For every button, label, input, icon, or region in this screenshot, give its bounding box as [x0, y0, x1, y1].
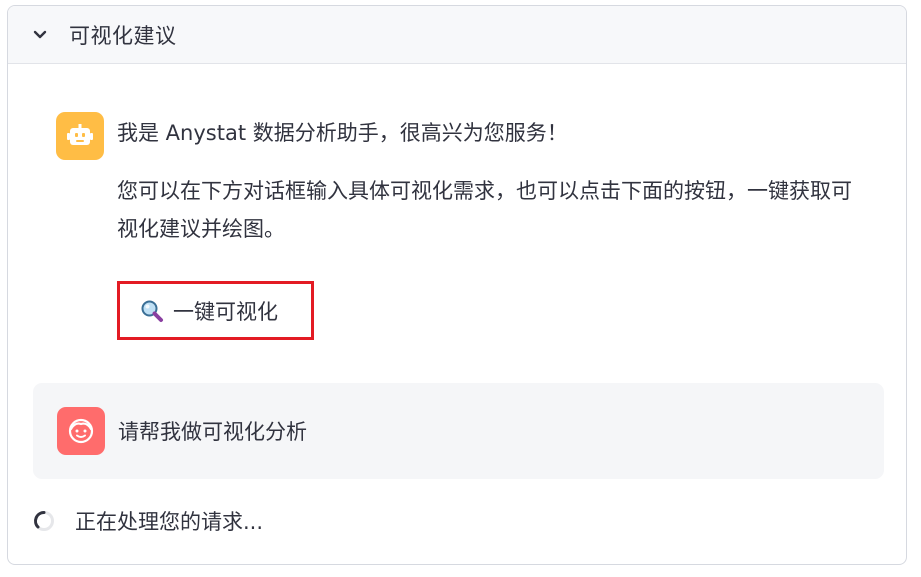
- visualization-suggestions-expander: 可视化建议 我是 Anystat 数据分析助手，很高兴为您服务！ 您可以在下方对…: [7, 5, 907, 565]
- processing-status-text: 正在处理您的请求...: [75, 510, 264, 534]
- assistant-greeting: 我是 Anystat 数据分析助手，很高兴为您服务！: [117, 121, 568, 145]
- one-click-visualize-label: 一键可视化: [173, 299, 278, 324]
- user-face-icon: [57, 407, 105, 455]
- assistant-instructions: 您可以在下方对话框输入具体可视化需求，也可以点击下面的按钮，一键获取可视化建议并…: [117, 179, 852, 241]
- user-message-bubble: 请帮我做可视化分析: [33, 383, 884, 479]
- magnifying-glass-icon: [140, 299, 164, 323]
- assistant-message: 我是 Anystat 数据分析助手，很高兴为您服务！ 您可以在下方对话框输入具体…: [56, 112, 876, 340]
- expander-title: 可视化建议: [69, 23, 177, 48]
- user-message: 请帮我做可视化分析: [57, 407, 307, 455]
- expander-header[interactable]: 可视化建议: [8, 6, 906, 64]
- chevron-down-icon[interactable]: [30, 25, 50, 45]
- loading-spinner-icon: [33, 510, 55, 532]
- user-message-text: 请帮我做可视化分析: [118, 420, 307, 444]
- processing-status: 正在处理您的请求...: [33, 506, 263, 536]
- robot-icon: [56, 112, 104, 160]
- one-click-visualize-button[interactable]: 一键可视化: [117, 281, 314, 340]
